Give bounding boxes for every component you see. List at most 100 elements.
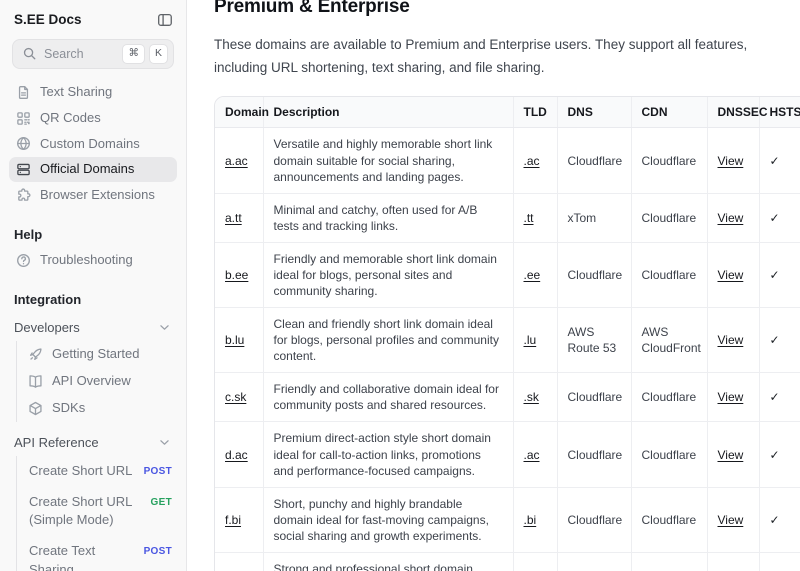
- cdn-cell: Cloudflare: [631, 373, 707, 422]
- search-icon: [22, 46, 37, 61]
- section-heading-integration: Integration: [14, 292, 172, 307]
- tld-link[interactable]: .lu: [524, 333, 537, 347]
- tld-link[interactable]: .ac: [524, 448, 540, 462]
- panel-left-icon[interactable]: [157, 12, 172, 27]
- dns-cell: AWS Route 53: [557, 552, 631, 571]
- dnssec-view-link[interactable]: View: [718, 211, 744, 225]
- sidebar-item-label: SDKs: [52, 400, 85, 417]
- sidebar-item-custom-domains[interactable]: Custom Domains: [9, 132, 177, 157]
- sidebar-item-label: Create Short URL (Simple Mode): [29, 493, 143, 531]
- group-label: Developers: [14, 320, 80, 335]
- dns-cell: AWS Route 53: [557, 308, 631, 373]
- domain-cell: a.ac: [215, 128, 263, 193]
- dns-cell: Cloudflare: [557, 128, 631, 193]
- tld-cell: .tt: [513, 193, 557, 242]
- domain-link[interactable]: a.tt: [225, 211, 242, 225]
- hsts-checkmark: ✓: [770, 390, 780, 404]
- table-row: a.tt Minimal and catchy, often used for A…: [215, 193, 800, 242]
- dnssec-cell: View: [707, 128, 759, 193]
- sidebar-item-create-short-url[interactable]: Create Short URLPOST: [23, 456, 174, 487]
- search-box[interactable]: ⌘K: [12, 39, 174, 69]
- sidebar-item-text-sharing[interactable]: Text Sharing: [9, 80, 177, 105]
- hsts-cell: ✓: [759, 242, 800, 307]
- domain-link[interactable]: c.sk: [225, 390, 246, 404]
- tld-cell: .ee: [513, 242, 557, 307]
- domain-link[interactable]: f.bi: [225, 513, 241, 527]
- domain-link[interactable]: b.ee: [225, 268, 248, 282]
- hsts-cell: ✓: [759, 373, 800, 422]
- domain-link[interactable]: d.ac: [225, 448, 248, 462]
- help-circle-icon: [16, 253, 31, 268]
- hsts-cell: ✓: [759, 552, 800, 571]
- cdn-cell: Cloudflare: [631, 193, 707, 242]
- dnssec-view-link[interactable]: View: [718, 154, 744, 168]
- sidebar-nav: Text Sharing QR Codes Custom DomainsOffici…: [12, 80, 174, 208]
- sidebar-item-create-short-url-simple-mode[interactable]: Create Short URL (Simple Mode) GET: [23, 487, 174, 537]
- sidebar-item-browser-extensions[interactable]: Browser Extensions: [9, 183, 177, 208]
- dns-cell: Cloudflare: [557, 242, 631, 307]
- domain-cell: b.ee: [215, 242, 263, 307]
- dnssec-view-link[interactable]: View: [718, 390, 744, 404]
- sidebar-item-troubleshooting[interactable]: Troubleshooting: [9, 248, 177, 273]
- tld-link[interactable]: .sk: [524, 390, 539, 404]
- method-badge-get: GET: [151, 496, 172, 511]
- group-children-developers: Getting Started API Overview SDKs: [16, 341, 174, 422]
- sidebar-item-getting-started[interactable]: Getting Started: [23, 341, 174, 368]
- sidebar-item-label: Text Sharing: [40, 84, 112, 101]
- domain-cell: h.lu: [215, 552, 263, 571]
- domain-link[interactable]: b.lu: [225, 333, 244, 347]
- sidebar-item-label: Troubleshooting: [40, 252, 133, 269]
- dnssec-cell: View: [707, 552, 759, 571]
- app-title: S.EE Docs: [14, 12, 82, 27]
- chevron-down-icon: [157, 435, 172, 450]
- tld-cell: .lu: [513, 308, 557, 373]
- dnssec-cell: View: [707, 373, 759, 422]
- sidebar-item-label: QR Codes: [40, 110, 101, 127]
- description-cell: Minimal and catchy, often used for A/B t…: [263, 193, 513, 242]
- sidebar-item-label: Create Text Sharing: [29, 542, 136, 571]
- hsts-cell: ✓: [759, 128, 800, 193]
- dnssec-view-link[interactable]: View: [718, 448, 744, 462]
- tld-link[interactable]: .tt: [524, 211, 534, 225]
- globe-icon: [16, 136, 31, 151]
- domain-cell: b.lu: [215, 308, 263, 373]
- domain-cell: f.bi: [215, 487, 263, 552]
- sidebar-item-label: Getting Started: [52, 346, 139, 363]
- sidebar-item-create-text-sharing[interactable]: Create Text SharingPOST: [23, 536, 174, 571]
- column-header-tld: TLD: [513, 97, 557, 128]
- dnssec-view-link[interactable]: View: [718, 333, 744, 347]
- dns-cell: Cloudflare: [557, 422, 631, 487]
- column-header-dns: DNS: [557, 97, 631, 128]
- table-row: b.luClean and friendly short link domain…: [215, 308, 800, 373]
- file-text-icon: [16, 85, 31, 100]
- dnssec-view-link[interactable]: View: [718, 513, 744, 527]
- description-cell: Versatile and highly memorable short lin…: [263, 128, 513, 193]
- domain-cell: a.tt: [215, 193, 263, 242]
- dnssec-cell: View: [707, 422, 759, 487]
- tld-cell: .lu: [513, 552, 557, 571]
- sidebar-item-sdks[interactable]: SDKs: [23, 395, 174, 422]
- cdn-cell: Cloudflare: [631, 128, 707, 193]
- sidebar-item-qr-codes[interactable]: QR Codes: [9, 106, 177, 131]
- group-header-api-reference[interactable]: API Reference: [12, 430, 174, 455]
- tld-link[interactable]: .ee: [524, 268, 541, 282]
- sidebar-item-official-domains[interactable]: Official Domains: [9, 157, 177, 182]
- dnssec-cell: View: [707, 242, 759, 307]
- hsts-checkmark: ✓: [770, 211, 780, 225]
- hsts-cell: ✓: [759, 193, 800, 242]
- group-header-developers[interactable]: Developers: [12, 315, 174, 340]
- table-header-row: DomainDescriptionTLDDNSCDNDNSSECHSTS: [215, 97, 800, 128]
- tld-link[interactable]: .ac: [524, 154, 540, 168]
- shortcut-key: K: [149, 44, 168, 64]
- dnssec-view-link[interactable]: View: [718, 268, 744, 282]
- cdn-cell: Cloudflare: [631, 422, 707, 487]
- dnssec-cell: View: [707, 193, 759, 242]
- column-header-domain: Domain: [215, 97, 263, 128]
- hsts-checkmark: ✓: [770, 268, 780, 282]
- hsts-cell: ✓: [759, 308, 800, 373]
- domain-link[interactable]: a.ac: [225, 154, 248, 168]
- main-content: Premium & Enterprise These domains are a…: [187, 0, 800, 571]
- sidebar-item-api-overview[interactable]: API Overview: [23, 368, 174, 395]
- search-input[interactable]: [44, 47, 115, 61]
- tld-link[interactable]: .bi: [524, 513, 537, 527]
